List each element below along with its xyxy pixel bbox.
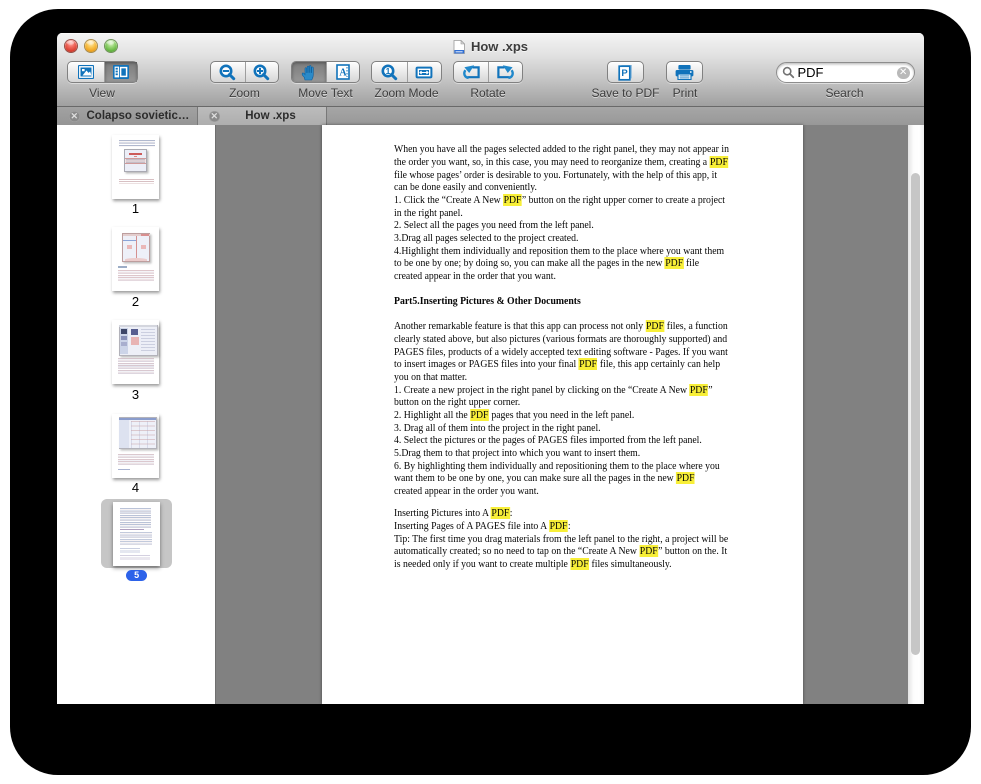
svg-text:P: P (621, 68, 628, 79)
svg-text:A: A (339, 68, 347, 79)
svg-text:1: 1 (385, 66, 390, 76)
